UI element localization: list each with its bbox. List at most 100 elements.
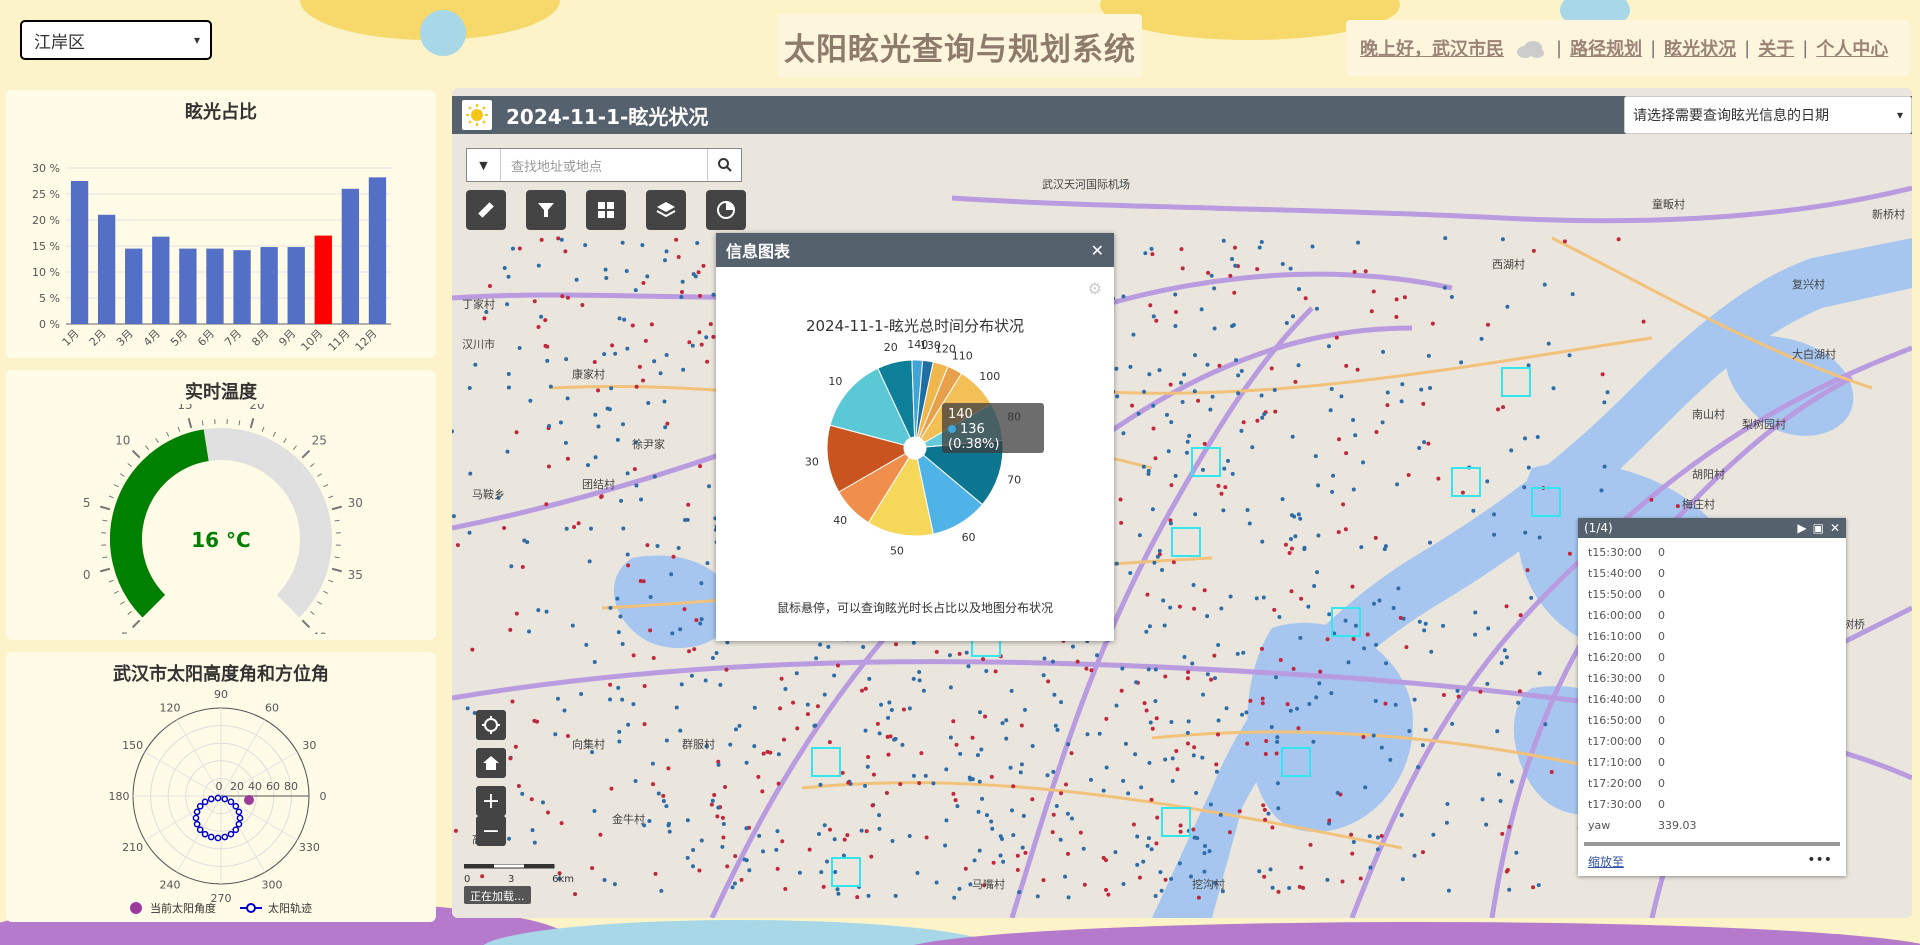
glare-point: [1159, 888, 1164, 893]
glare-point: [509, 564, 514, 569]
temperature-gauge: -5 0 5 10 15 20 25 30 35 40 16 °C: [83, 398, 363, 645]
cloud-icon: [1516, 40, 1544, 58]
basemap-tool-button[interactable]: [586, 190, 626, 230]
attribute-row: t15:40:00 0: [1578, 563, 1846, 584]
glare-point: [1153, 667, 1158, 672]
glare-point: [1349, 832, 1354, 837]
glare-point: [1522, 485, 1527, 490]
glare-point: [1479, 336, 1484, 341]
search-source-dropdown[interactable]: ▼: [467, 149, 501, 181]
more-icon[interactable]: •••: [1807, 852, 1832, 868]
glare-point: [1287, 886, 1292, 891]
glare-point: [655, 544, 660, 549]
locate-button[interactable]: [476, 710, 506, 740]
nav-glare-status[interactable]: 眩光状况: [1664, 35, 1736, 61]
glare-point: [991, 860, 996, 865]
glare-point: [795, 726, 800, 731]
attribute-key: t16:10:00: [1588, 630, 1642, 643]
glare-point: [1289, 589, 1294, 594]
bar: [233, 250, 251, 324]
glare-point: [1394, 314, 1399, 319]
glare-point: [639, 497, 644, 502]
attribute-row: t17:10:00 0: [1578, 752, 1846, 773]
attribute-key: t15:30:00: [1588, 546, 1642, 559]
glare-point: [620, 240, 625, 245]
zoom-in-button[interactable]: +: [476, 786, 506, 816]
maximize-icon[interactable]: ▣: [1813, 521, 1824, 535]
search-button[interactable]: [707, 149, 741, 181]
gauge-tick: [323, 590, 329, 594]
filter-tool-button[interactable]: [526, 190, 566, 230]
settings-icon[interactable]: ⚙: [1088, 279, 1102, 298]
glare-point: [1015, 853, 1020, 858]
glare-point: [1136, 411, 1141, 416]
sun-position-panel: 武汉市太阳高度角和方位角 90 60 30 0 330 300 270 240 210 180 15…: [6, 652, 436, 922]
close-icon[interactable]: ✕: [1091, 241, 1104, 260]
layers-tool-button[interactable]: [646, 190, 686, 230]
nav-route-planning[interactable]: 路径规划: [1570, 35, 1642, 61]
glare-point: [1009, 808, 1014, 813]
glare-point: [1196, 398, 1201, 403]
glare-point: [1423, 621, 1428, 626]
glare-point: [1290, 434, 1295, 439]
gauge-tick: [328, 495, 334, 499]
glare-time-pie-chart[interactable]: 1020140130120110100807060504030: [716, 333, 1114, 593]
glare-point: [1173, 473, 1178, 478]
pie-label: 30: [805, 456, 819, 469]
search-input[interactable]: 查找地址或地点: [501, 156, 707, 175]
chart-tool-button[interactable]: [706, 190, 746, 230]
bar: [125, 248, 143, 324]
glare-point: [558, 420, 563, 425]
glare-point: [898, 782, 903, 787]
zoom-out-button[interactable]: −: [476, 816, 506, 846]
angle-label: 150: [122, 739, 143, 752]
glare-point: [617, 729, 622, 734]
gauge-tick: [166, 431, 170, 437]
glare-point: [565, 733, 570, 738]
gauge-tick: [334, 556, 340, 559]
glare-point: [1675, 504, 1680, 509]
glare-point: [650, 761, 655, 766]
nav-about[interactable]: 关于: [1758, 35, 1794, 61]
nav-user-center[interactable]: 个人中心: [1816, 35, 1888, 61]
glare-point: [1293, 379, 1298, 384]
glare-point: [1296, 363, 1301, 368]
zoom-to-link[interactable]: 缩放至: [1588, 853, 1624, 870]
gauge-tick: [334, 519, 340, 522]
measure-tool-button[interactable]: [466, 190, 506, 230]
glare-point: [1202, 843, 1207, 848]
legend-label: 太阳轨迹: [268, 901, 312, 915]
glare-point: [1266, 811, 1271, 816]
glare-point: [1085, 732, 1090, 737]
glare-point: [664, 249, 669, 254]
glare-point: [1362, 646, 1367, 651]
glare-point: [1273, 409, 1278, 414]
angle-label: 300: [262, 878, 283, 891]
gauge-tick: [201, 420, 204, 426]
glare-point: [1277, 614, 1282, 619]
app-title: 太阳眩光查询与规划系统: [778, 14, 1142, 78]
glare-point: [586, 463, 591, 468]
glare-point: [516, 784, 521, 789]
date-select[interactable]: 请选择需要查询眩光信息的日期 ▾: [1624, 96, 1912, 134]
glare-point: [794, 671, 799, 676]
close-icon[interactable]: ✕: [1830, 521, 1840, 535]
play-icon[interactable]: ▶: [1797, 521, 1806, 535]
glare-point: [1244, 710, 1249, 715]
glare-point: [1030, 743, 1035, 748]
glare-point: [525, 540, 530, 545]
glare-point: [1104, 887, 1109, 892]
district-select[interactable]: 江岸区 ▾: [20, 20, 212, 60]
glare-point: [625, 471, 630, 476]
glare-point: [1278, 658, 1283, 663]
glare-point: [546, 464, 551, 469]
gauge-tick-label: 30: [348, 496, 363, 510]
map-frame[interactable]: 武汉天河国际机场汉川市邓家村西湖村童畈村复兴村大白湖村南山村梨树园村胡阳村马鞍乡…: [452, 88, 1912, 918]
glare-point: [674, 237, 679, 242]
glare-point: [1416, 765, 1421, 770]
scrollbar[interactable]: [1584, 842, 1840, 846]
glare-point: [1145, 592, 1150, 597]
home-button[interactable]: [476, 748, 506, 778]
glare-point: [1004, 718, 1009, 723]
glare-point: [923, 773, 928, 778]
